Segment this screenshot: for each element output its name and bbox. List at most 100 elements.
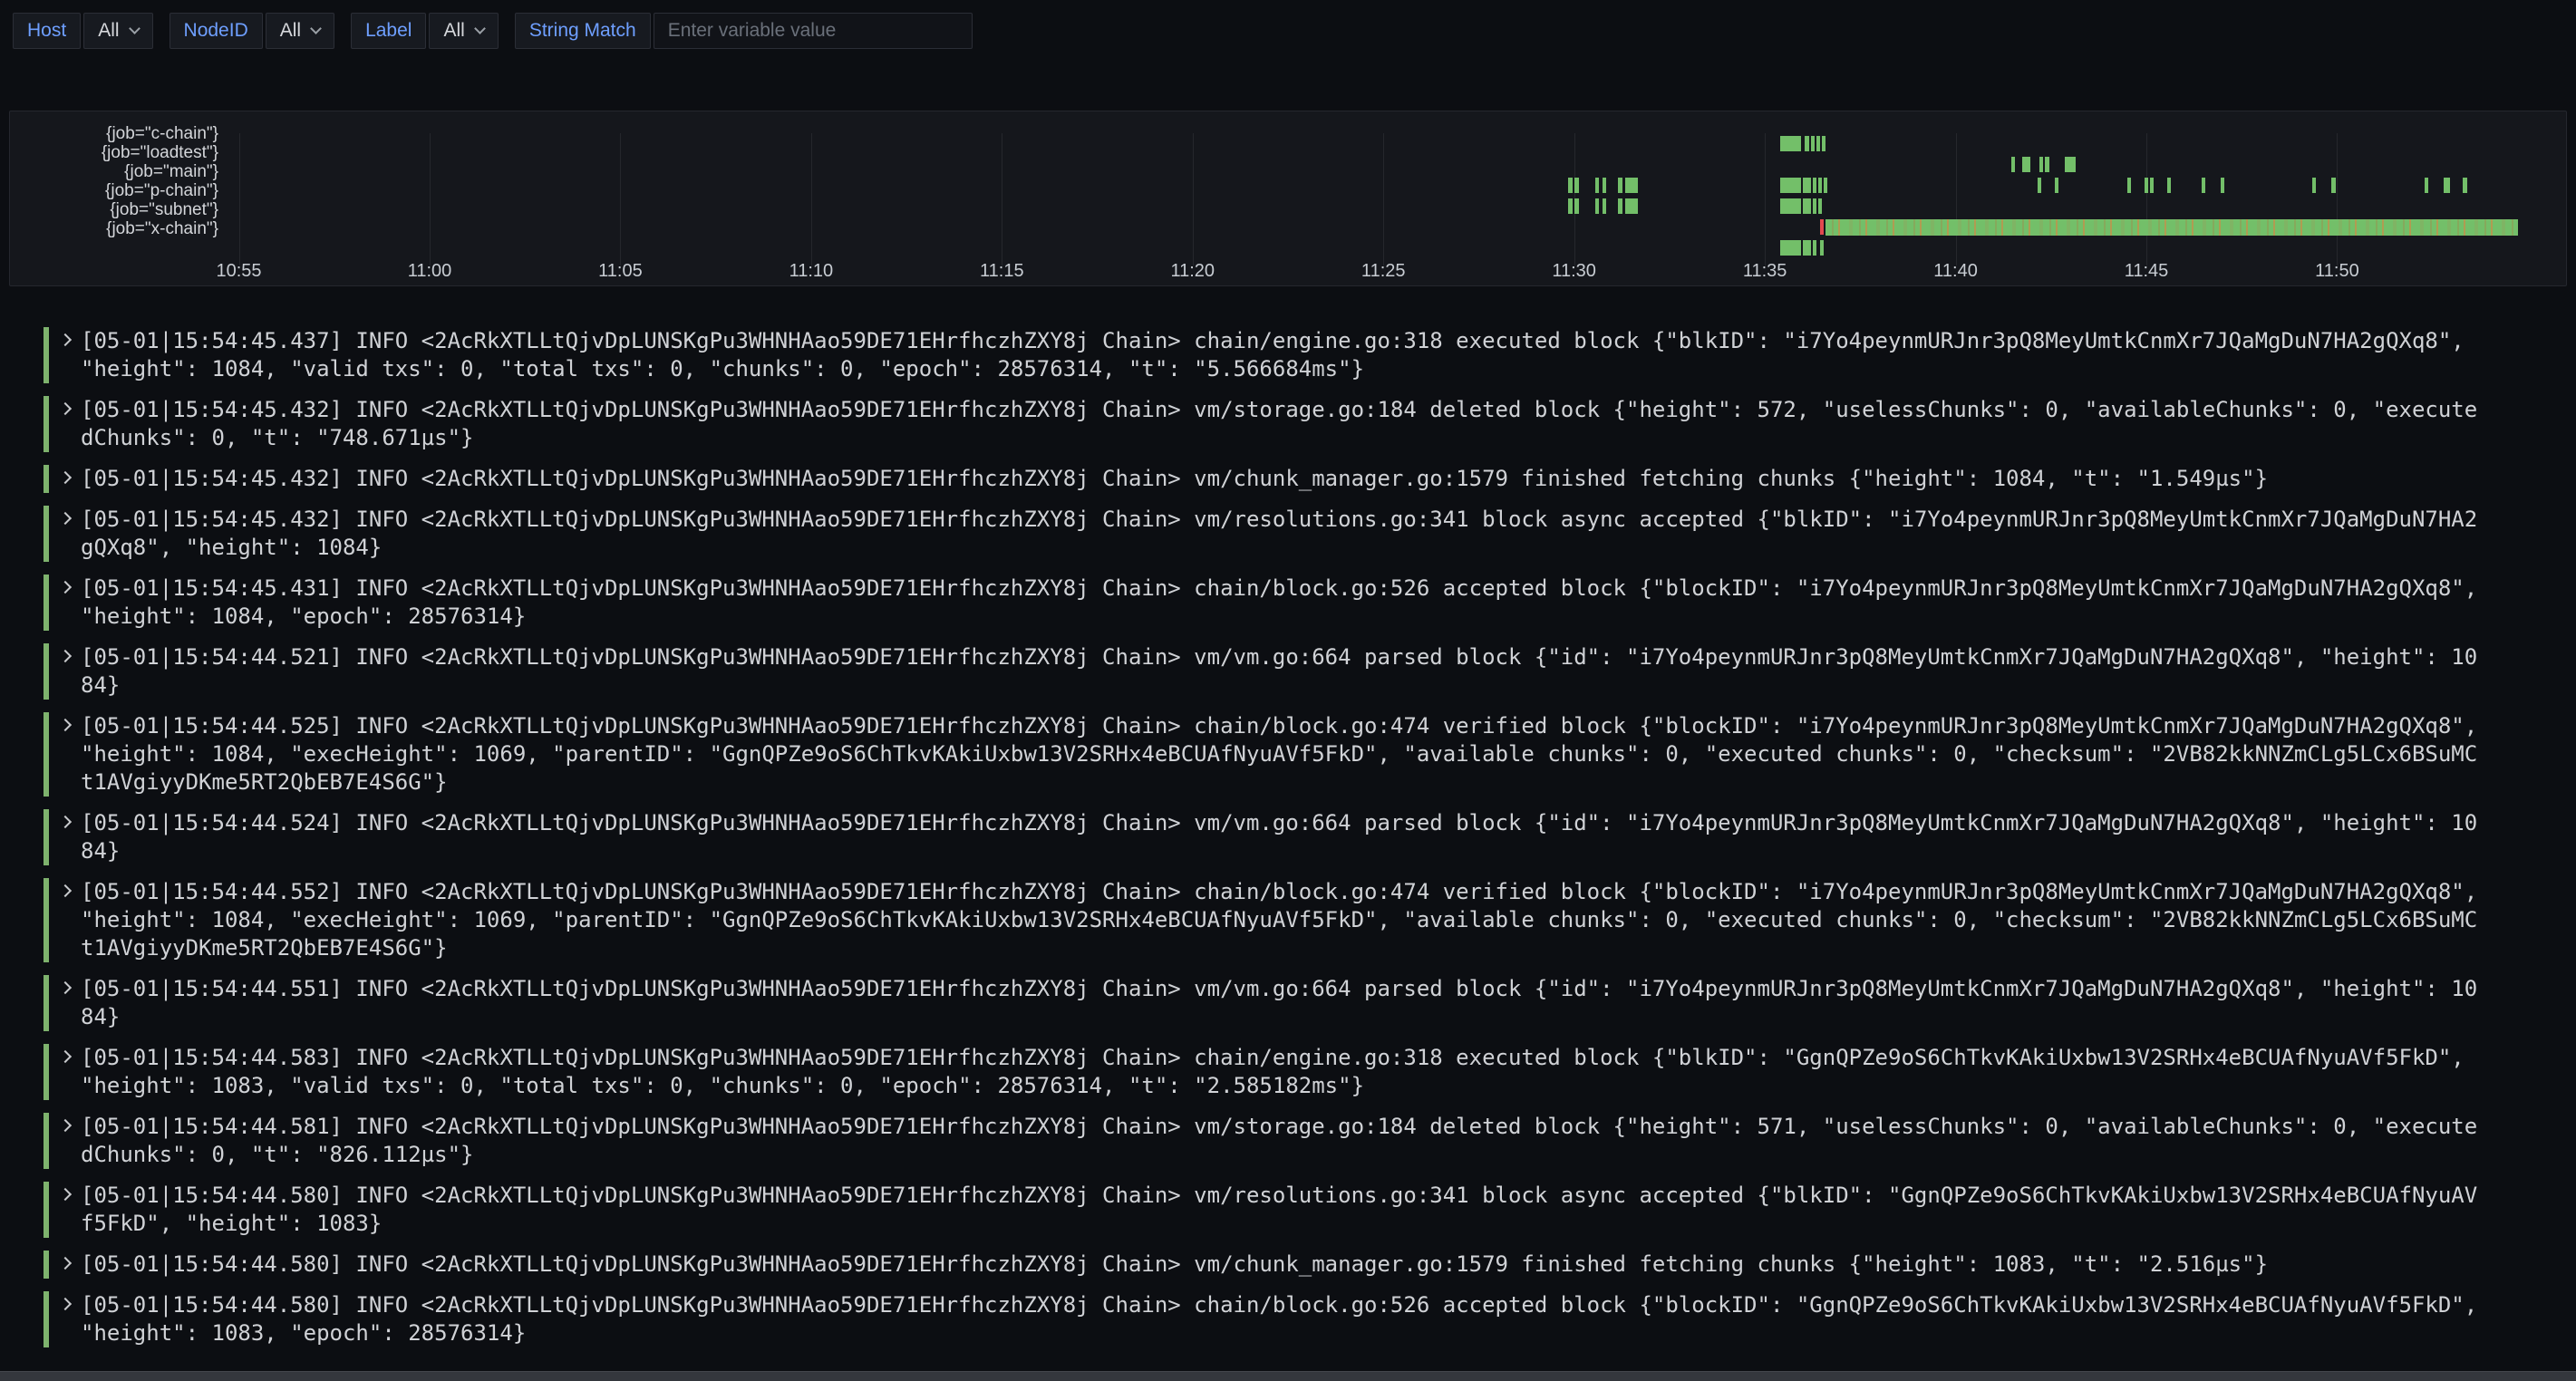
chart-event-bar xyxy=(1633,178,1638,193)
log-line-text: [05-01|15:54:45.432] INFO <2AcRkXTLLtQjv… xyxy=(81,396,2483,452)
x-tick-label: 11:40 xyxy=(1933,261,1978,282)
log-level-bar xyxy=(44,396,49,452)
filter-label-nodeid: NodeID xyxy=(169,13,263,49)
log-level-bar xyxy=(44,643,49,700)
chart-event-bar xyxy=(1811,136,1815,151)
x-gridline xyxy=(1383,133,1384,266)
log-line-text: [05-01|15:54:44.583] INFO <2AcRkXTLLtQjv… xyxy=(81,1044,2483,1100)
chart-event-bar xyxy=(2045,157,2048,172)
horizontal-scrollbar[interactable] xyxy=(0,1371,2576,1381)
log-row[interactable]: [05-01|15:54:45.432] INFO <2AcRkXTLLtQjv… xyxy=(44,390,2576,459)
chart-event-bar xyxy=(1618,178,1622,193)
filter-value-nodeid[interactable]: All xyxy=(266,13,334,49)
expand-chevron-icon[interactable] xyxy=(59,1188,72,1201)
chart-event-bar xyxy=(1595,198,1599,214)
x-tick-label: 11:25 xyxy=(1361,261,1406,282)
chart-event-bar xyxy=(1825,219,2518,236)
chart-event-bar xyxy=(2145,178,2148,193)
string-match-input[interactable] xyxy=(654,13,973,49)
log-row[interactable]: [05-01|15:54:44.552] INFO <2AcRkXTLLtQjv… xyxy=(44,872,2576,969)
chart-event-bar xyxy=(2312,178,2316,193)
log-line-text: [05-01|15:54:44.524] INFO <2AcRkXTLLtQjv… xyxy=(81,809,2483,865)
expand-chevron-icon[interactable] xyxy=(59,719,72,731)
expand-chevron-icon[interactable] xyxy=(59,333,72,346)
log-line-text: [05-01|15:54:44.552] INFO <2AcRkXTLLtQjv… xyxy=(81,878,2483,962)
legend-item[interactable]: {job="subnet"} xyxy=(44,200,218,219)
chart-event-bar xyxy=(1603,198,1606,214)
filter-value-host[interactable]: All xyxy=(83,13,152,49)
chart-event-bar xyxy=(1603,178,1606,193)
legend-item[interactable]: {job="c-chain"} xyxy=(44,124,218,143)
filter-string-match: String Match xyxy=(515,13,973,49)
filter-nodeid: NodeID All xyxy=(169,13,335,49)
log-line-text: [05-01|15:54:44.525] INFO <2AcRkXTLLtQjv… xyxy=(81,712,2483,797)
log-row[interactable]: [05-01|15:54:44.551] INFO <2AcRkXTLLtQjv… xyxy=(44,969,2576,1038)
chart-event-bar xyxy=(2065,157,2077,172)
chart-plot[interactable]: {job="c-chain"}{job="loadtest"}{job="mai… xyxy=(10,111,2566,285)
log-line-text: [05-01|15:54:45.432] INFO <2AcRkXTLLtQjv… xyxy=(81,506,2483,562)
chart-event-bar xyxy=(1780,198,1801,214)
log-row[interactable]: [05-01|15:54:44.580] INFO <2AcRkXTLLtQjv… xyxy=(44,1175,2576,1244)
legend-item[interactable]: {job="p-chain"} xyxy=(44,181,218,200)
legend-item[interactable]: {job="main"} xyxy=(44,162,218,181)
log-level-bar xyxy=(44,465,49,493)
chart-event-bar xyxy=(1803,240,1810,256)
log-row[interactable]: [05-01|15:54:44.581] INFO <2AcRkXTLLtQjv… xyxy=(44,1106,2576,1175)
log-level-bar xyxy=(44,1291,49,1347)
log-row[interactable]: [05-01|15:54:44.521] INFO <2AcRkXTLLtQjv… xyxy=(44,637,2576,706)
chart-event-bar xyxy=(1820,219,1824,235)
expand-chevron-icon[interactable] xyxy=(59,816,72,828)
log-level-bar xyxy=(44,809,49,865)
log-row[interactable]: [05-01|15:54:44.580] INFO <2AcRkXTLLtQjv… xyxy=(44,1285,2576,1354)
chart-event-bar xyxy=(1816,136,1820,151)
x-gridline xyxy=(620,133,621,266)
log-row[interactable]: [05-01|15:54:45.431] INFO <2AcRkXTLLtQjv… xyxy=(44,568,2576,637)
expand-chevron-icon[interactable] xyxy=(59,1050,72,1063)
expand-chevron-icon[interactable] xyxy=(59,471,72,484)
x-tick-label: 11:45 xyxy=(2125,261,2169,282)
legend-item[interactable]: {job="x-chain"} xyxy=(44,219,218,238)
log-row[interactable]: [05-01|15:54:44.580] INFO <2AcRkXTLLtQjv… xyxy=(44,1244,2576,1285)
filter-value-label[interactable]: All xyxy=(429,13,498,49)
log-line-text: [05-01|15:54:44.580] INFO <2AcRkXTLLtQjv… xyxy=(81,1182,2483,1238)
x-tick-label: 11:35 xyxy=(1743,261,1787,282)
x-tick-label: 11:20 xyxy=(1170,261,1215,282)
expand-chevron-icon[interactable] xyxy=(59,981,72,994)
log-level-bar xyxy=(44,975,49,1031)
log-level-bar xyxy=(44,506,49,562)
log-line-text: [05-01|15:54:44.580] INFO <2AcRkXTLLtQjv… xyxy=(81,1251,2483,1279)
legend-item[interactable]: {job="loadtest"} xyxy=(44,143,218,162)
x-tick-label: 11:50 xyxy=(2315,261,2359,282)
chart-event-bar xyxy=(1818,198,1822,214)
chart-event-bar xyxy=(2202,178,2205,193)
log-row[interactable]: [05-01|15:54:45.437] INFO <2AcRkXTLLtQjv… xyxy=(44,321,2576,390)
expand-chevron-icon[interactable] xyxy=(59,402,72,415)
log-row[interactable]: [05-01|15:54:44.525] INFO <2AcRkXTLLtQjv… xyxy=(44,706,2576,803)
log-level-bar xyxy=(44,1251,49,1279)
expand-chevron-icon[interactable] xyxy=(59,884,72,897)
log-line-text: [05-01|15:54:45.432] INFO <2AcRkXTLLtQjv… xyxy=(81,465,2483,493)
expand-chevron-icon[interactable] xyxy=(59,1298,72,1310)
log-level-bar xyxy=(44,327,49,383)
chart-event-bar xyxy=(1595,178,1599,193)
log-row[interactable]: [05-01|15:54:44.583] INFO <2AcRkXTLLtQjv… xyxy=(44,1038,2576,1106)
chart-event-bar xyxy=(1813,240,1816,256)
variable-bar: Host All NodeID All Label All String Mat… xyxy=(0,0,2576,49)
log-row[interactable]: [05-01|15:54:44.524] INFO <2AcRkXTLLtQjv… xyxy=(44,803,2576,872)
log-level-bar xyxy=(44,575,49,631)
log-row[interactable]: [05-01|15:54:45.432] INFO <2AcRkXTLLtQjv… xyxy=(44,459,2576,499)
expand-chevron-icon[interactable] xyxy=(59,512,72,525)
chart-event-bar xyxy=(2038,178,2041,193)
chart-event-bar xyxy=(1574,198,1579,214)
chart-event-bar xyxy=(1818,178,1822,193)
filter-value-nodeid-text: All xyxy=(280,20,301,42)
expand-chevron-icon[interactable] xyxy=(59,650,72,662)
chart-event-bar xyxy=(2055,178,2058,193)
expand-chevron-icon[interactable] xyxy=(59,1119,72,1132)
expand-chevron-icon[interactable] xyxy=(59,1257,72,1270)
chart-event-bar xyxy=(2463,178,2466,193)
expand-chevron-icon[interactable] xyxy=(59,581,72,594)
log-line-text: [05-01|15:54:45.437] INFO <2AcRkXTLLtQjv… xyxy=(81,327,2483,383)
chart-event-bar xyxy=(1780,240,1801,256)
log-row[interactable]: [05-01|15:54:45.432] INFO <2AcRkXTLLtQjv… xyxy=(44,499,2576,568)
